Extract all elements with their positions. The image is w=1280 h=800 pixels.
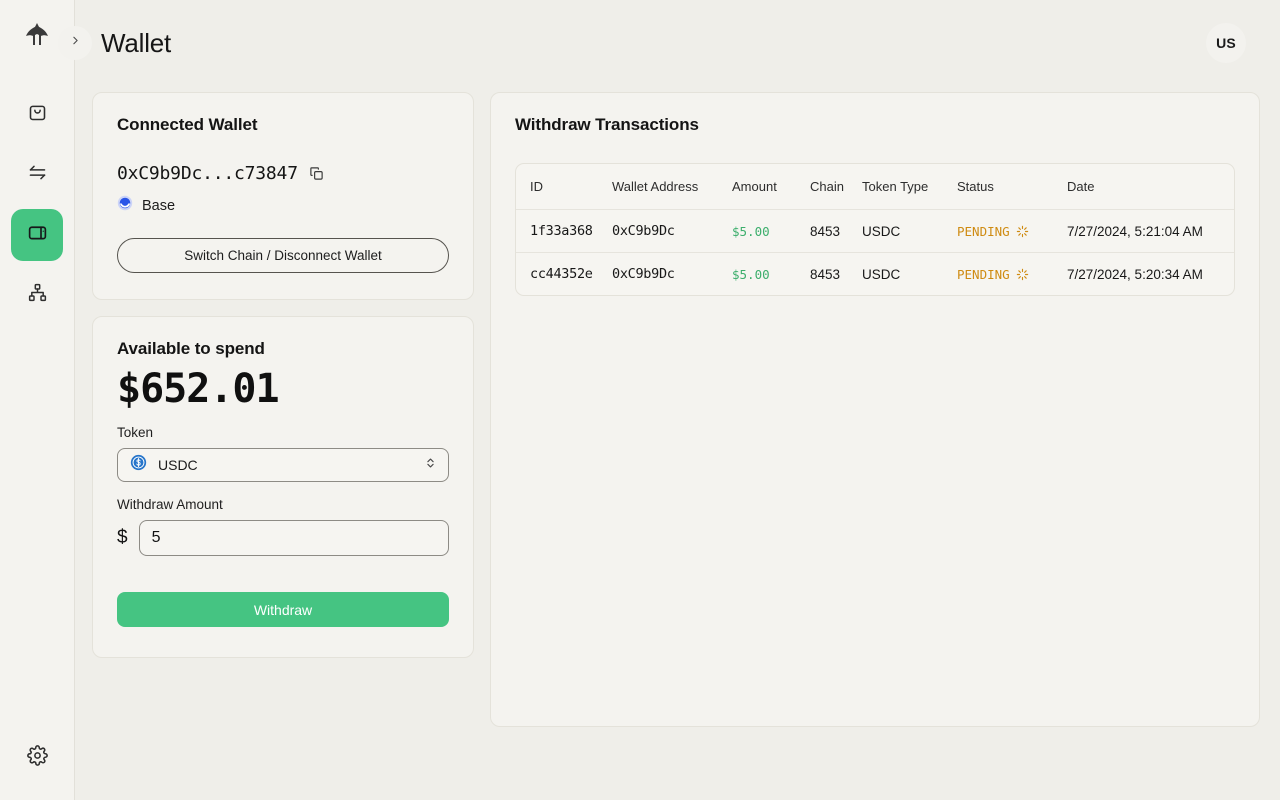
main-area: Wallet US Connected Wallet 0xC9b9Dc...c7…	[58, 0, 1280, 800]
cell-amount: $5.00	[732, 209, 810, 253]
wallet-address: 0xC9b9Dc...c73847	[117, 163, 298, 184]
spinner-icon	[1016, 225, 1029, 238]
withdraw-amount-input[interactable]	[138, 520, 449, 556]
cell-status: PENDING	[957, 209, 1067, 253]
sidebar-item-transfers[interactable]	[11, 149, 63, 201]
connected-wallet-title: Connected Wallet	[117, 115, 258, 134]
table-row[interactable]: 1f33a368 0xC9b9Dc $5.00 8453 USDC PENDIN…	[516, 209, 1234, 253]
copy-icon[interactable]	[309, 166, 324, 181]
column-header-status: Status	[957, 164, 1067, 210]
wallet-icon	[27, 222, 48, 248]
currency-symbol: $	[117, 527, 128, 548]
cell-amount: $5.00	[732, 253, 810, 296]
available-to-spend-title: Available to spend	[117, 339, 265, 358]
status-text: PENDING	[957, 223, 1010, 239]
chain-row: Base	[117, 195, 449, 216]
sidebar-collapse-toggle[interactable]	[58, 26, 92, 60]
shopping-bag-icon	[27, 102, 48, 128]
wallet-app: Wallet US Connected Wallet 0xC9b9Dc...c7…	[0, 0, 1280, 800]
cell-chain: 8453	[810, 266, 841, 282]
sidebar-item-settings[interactable]	[11, 732, 63, 784]
column-header-wallet-address: Wallet Address	[612, 164, 732, 210]
sidebar-nav	[11, 89, 63, 321]
cell-id: cc44352e	[530, 266, 593, 282]
transactions-table-wrap: ID Wallet Address Amount Chain Token Typ…	[515, 163, 1235, 296]
cell-wallet-address: 0xC9b9Dc	[612, 266, 675, 282]
sidebar	[0, 0, 75, 800]
sidebar-item-wallet[interactable]	[11, 209, 63, 261]
balance-amount: $652.01	[117, 366, 280, 412]
token-select[interactable]: USDC	[117, 448, 449, 482]
column-header-amount: Amount	[732, 164, 810, 210]
column-header-date: Date	[1067, 164, 1234, 210]
table-head: ID Wallet Address Amount Chain Token Typ…	[516, 164, 1234, 210]
column-header-token-type: Token Type	[862, 164, 957, 210]
eagle-logo-icon	[23, 21, 51, 54]
page-title: Wallet	[101, 27, 172, 58]
usdc-coin-icon	[130, 454, 147, 476]
cell-token-type: USDC	[862, 209, 957, 253]
column-header-id: ID	[516, 164, 612, 210]
chevron-up-down-icon	[425, 456, 436, 475]
token-label: Token	[117, 425, 154, 440]
cell-id: 1f33a368	[516, 209, 612, 253]
cell-wallet-address: 0xC9b9Dc	[612, 209, 732, 253]
sidebar-item-network[interactable]	[11, 269, 63, 321]
spinner-icon	[1016, 268, 1029, 281]
amount-value: $5.00	[732, 266, 770, 282]
transfer-arrows-icon	[27, 162, 48, 188]
status-badge: PENDING	[957, 267, 1067, 282]
available-to-spend-card: Available to spend $652.01 Token USDC Wi…	[92, 316, 474, 658]
cell-date: 7/27/2024, 5:20:34 AM	[1067, 266, 1203, 282]
withdraw-button[interactable]: Withdraw	[117, 592, 449, 627]
cell-chain: 8453	[810, 209, 862, 253]
table-header-row: ID Wallet Address Amount Chain Token Typ…	[516, 164, 1234, 210]
status-badge: PENDING	[957, 224, 1067, 239]
sidebar-item-orders[interactable]	[11, 89, 63, 141]
table-row[interactable]: cc44352e 0xC9b9Dc $5.00 8453 USDC PENDIN…	[516, 253, 1234, 296]
cell-token-type: USDC	[862, 266, 901, 282]
transactions-table: ID Wallet Address Amount Chain Token Typ…	[516, 164, 1234, 295]
column-header-chain: Chain	[810, 164, 862, 210]
switch-chain-disconnect-button[interactable]: Switch Chain / Disconnect Wallet	[117, 238, 449, 273]
topbar: Wallet US	[58, 0, 1280, 86]
withdraw-transactions-card: Withdraw Transactions ID Wallet Address …	[490, 92, 1260, 727]
amount-value: $5.00	[732, 223, 770, 239]
wallet-address-row: 0xC9b9Dc...c73847	[117, 163, 449, 184]
chain-name: Base	[142, 197, 176, 214]
connected-wallet-card: Connected Wallet 0xC9b9Dc...c73847 Base …	[92, 92, 474, 300]
page-content: Connected Wallet 0xC9b9Dc...c73847 Base …	[75, 86, 1280, 727]
cell-status: PENDING	[957, 253, 1067, 296]
cell-date: 7/27/2024, 5:21:04 AM	[1067, 209, 1234, 253]
network-nodes-icon	[27, 282, 48, 308]
table-body: 1f33a368 0xC9b9Dc $5.00 8453 USDC PENDIN…	[516, 209, 1234, 296]
chevron-right-icon	[69, 34, 82, 52]
token-selected-value: USDC	[158, 457, 198, 473]
withdraw-transactions-title: Withdraw Transactions	[515, 115, 699, 134]
base-chain-icon	[117, 195, 133, 216]
avatar[interactable]: US	[1206, 23, 1246, 63]
status-text: PENDING	[957, 266, 1010, 282]
gear-icon	[26, 745, 48, 771]
withdraw-amount-row: $	[117, 520, 449, 556]
left-column: Connected Wallet 0xC9b9Dc...c73847 Base …	[92, 92, 474, 658]
withdraw-amount-label: Withdraw Amount	[117, 497, 223, 512]
